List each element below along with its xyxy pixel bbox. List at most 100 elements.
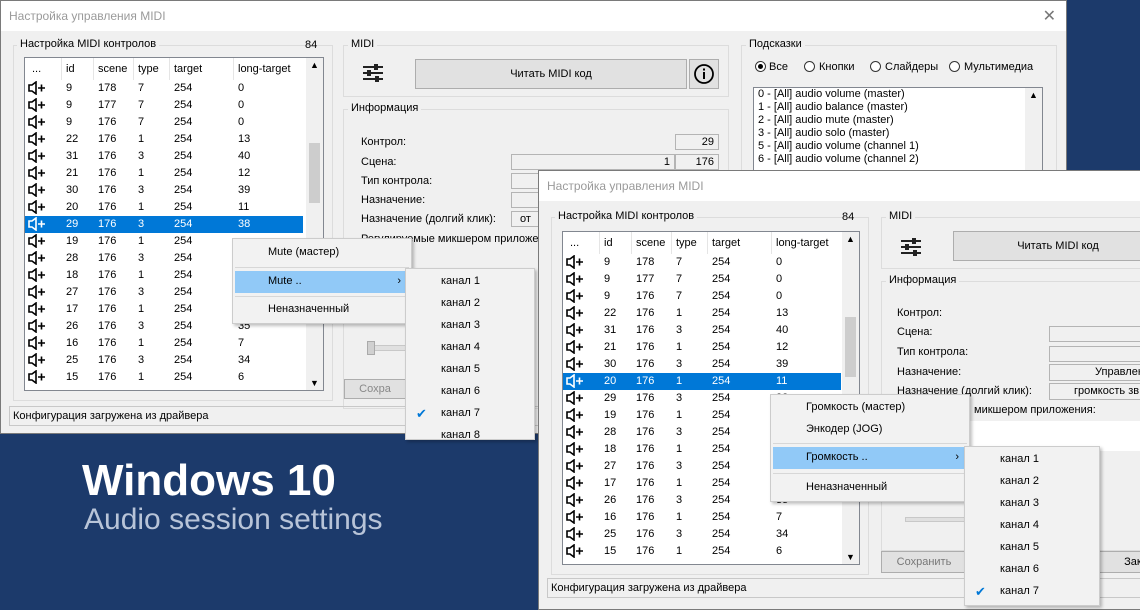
table-row[interactable]: 16 176 1 254 7: [563, 509, 841, 526]
chevron-up-icon[interactable]: ▲: [310, 60, 319, 70]
submenu-item-channel[interactable]: канал 1: [408, 271, 532, 293]
speaker-plus-icon: [566, 425, 583, 439]
column-header[interactable]: target: [712, 237, 740, 249]
menu-item-volume-sub[interactable]: Громкость .. ›: [773, 447, 967, 469]
column-header[interactable]: long-target: [776, 237, 829, 249]
submenu-item-channel[interactable]: канал 2: [408, 293, 532, 315]
list-scrollbar[interactable]: ▲ ▼: [306, 58, 323, 390]
submenu-item-channel[interactable]: канал 4: [408, 337, 532, 359]
table-row[interactable]: 25 176 3 254 34: [563, 526, 841, 543]
table-row[interactable]: 21 176 1 254 12: [25, 165, 303, 182]
slider-track[interactable]: [371, 345, 409, 351]
column-header[interactable]: type: [138, 63, 159, 75]
speaker-plus-icon: [28, 353, 45, 367]
table-row[interactable]: 20 176 1 254 11: [563, 373, 841, 390]
menu-item-unassigned-2[interactable]: Неназначенный: [773, 477, 967, 499]
chevron-up-icon[interactable]: ▲: [846, 234, 855, 244]
long-target-value-2[interactable]: громкость зв: [1049, 383, 1140, 400]
table-row[interactable]: 9 176 7 254 0: [25, 114, 303, 131]
column-header[interactable]: scene: [98, 63, 127, 75]
table-cell: 25: [604, 528, 617, 540]
column-header[interactable]: type: [676, 237, 697, 249]
menu-item-volume-master[interactable]: Громкость (мастер): [773, 397, 967, 419]
submenu-item-channel[interactable]: канал 2: [967, 471, 1097, 493]
table-cell: 22: [66, 133, 79, 145]
table-row[interactable]: 21 176 1 254 12: [563, 339, 841, 356]
table-row[interactable]: 22 176 1 254 13: [563, 305, 841, 322]
submenu-item-channel[interactable]: канал 6: [967, 559, 1097, 581]
long-target-value[interactable]: от: [511, 211, 541, 227]
table-row[interactable]: 30 176 3 254 39: [25, 182, 303, 199]
table-row[interactable]: 20 176 1 254 11: [25, 199, 303, 216]
table-row[interactable]: 16 176 1 254 7: [25, 335, 303, 352]
column-header[interactable]: scene: [636, 237, 665, 249]
table-cell: 176: [636, 375, 655, 387]
table-row[interactable]: 29 176 3 254 38: [25, 216, 303, 233]
table-row[interactable]: 15 176 1 254 6: [25, 369, 303, 386]
target-value-2[interactable]: Управлен: [1049, 364, 1140, 381]
hints-scrollbar[interactable]: ▲: [1025, 88, 1042, 172]
table-row[interactable]: 22 176 1 254 13: [25, 131, 303, 148]
info-button[interactable]: [689, 59, 719, 89]
table-row[interactable]: 9 178 7 254 0: [563, 254, 841, 271]
submenu-item-channel[interactable]: канал 5: [408, 359, 532, 381]
table-cell: 0: [776, 273, 783, 285]
save-button[interactable]: Сохра: [344, 379, 406, 399]
controls-list[interactable]: ... id scene type target long-target 9 178 7 254 0…: [24, 57, 324, 391]
mixer-label-2: микшером приложения:: [974, 404, 1096, 416]
menu-item-unassigned[interactable]: Неназначенный: [235, 299, 409, 321]
submenu-item-channel[interactable]: канал 1: [967, 449, 1097, 471]
menu-item-mute-master[interactable]: Mute (мастер): [235, 242, 409, 264]
menu-item-mute-sub[interactable]: Mute .. ›: [235, 271, 409, 293]
radio-all[interactable]: [755, 61, 766, 72]
close-button-2[interactable]: Закр: [1099, 551, 1140, 573]
table-cell: 176: [98, 235, 117, 247]
scrollbar-thumb[interactable]: [845, 317, 856, 377]
table-row[interactable]: 31 176 3 254 40: [25, 148, 303, 165]
chevron-up-icon[interactable]: ▲: [1029, 90, 1038, 100]
submenu-item-channel[interactable]: канал 8: [408, 425, 532, 447]
settings-sliders-icon[interactable]: [359, 59, 387, 87]
submenu-item-channel[interactable]: канал 5: [967, 537, 1097, 559]
table-row[interactable]: 31 176 3 254 40: [563, 322, 841, 339]
column-header[interactable]: target: [174, 63, 202, 75]
close-icon[interactable]: ✕: [1043, 6, 1056, 26]
hints-list[interactable]: 0 - [All] audio volume (master) 1 - [All]…: [753, 87, 1043, 173]
table-cell: 6: [238, 371, 245, 383]
table-row[interactable]: 9 177 7 254 0: [563, 271, 841, 288]
column-header[interactable]: ...: [32, 63, 41, 75]
menu-item-encoder[interactable]: Энкодер (JOG): [773, 419, 967, 441]
settings-sliders-icon[interactable]: [897, 233, 925, 261]
type-label-2: Тип контрола:: [897, 346, 969, 358]
table-row[interactable]: 9 176 7 254 0: [563, 288, 841, 305]
submenu-item-channel[interactable]: канал 4: [967, 515, 1097, 537]
submenu-item-channel[interactable]: канал 3: [967, 493, 1097, 515]
radio-multimedia[interactable]: [949, 61, 960, 72]
scrollbar-thumb[interactable]: [309, 143, 320, 203]
slider-track-2[interactable]: [905, 517, 967, 522]
column-header[interactable]: long-target: [238, 63, 291, 75]
submenu-item-channel[interactable]: канал 3: [408, 315, 532, 337]
table-row[interactable]: 15 176 1 254 6: [563, 543, 841, 560]
table-row[interactable]: 30 176 3 254 39: [563, 356, 841, 373]
table-row[interactable]: 9 177 7 254 0: [25, 97, 303, 114]
table-cell: 3: [676, 358, 683, 370]
save-button-2[interactable]: Сохранить: [881, 551, 967, 573]
submenu-item-channel[interactable]: ✔ канал 7: [408, 403, 532, 425]
table-row[interactable]: 25 176 3 254 34: [25, 352, 303, 369]
table-cell: 9: [66, 116, 73, 128]
column-header[interactable]: id: [66, 63, 75, 75]
read-midi-button-2[interactable]: Читать MIDI код: [953, 231, 1140, 261]
table-cell: 34: [238, 354, 251, 366]
table-cell: 176: [98, 354, 117, 366]
radio-buttons[interactable]: [804, 61, 815, 72]
read-midi-button[interactable]: Читать MIDI код: [415, 59, 687, 89]
chevron-down-icon[interactable]: ▼: [310, 378, 319, 388]
chevron-down-icon[interactable]: ▼: [846, 552, 855, 562]
slider-thumb[interactable]: [367, 341, 375, 355]
column-header[interactable]: id: [604, 237, 613, 249]
column-header[interactable]: ...: [570, 237, 579, 249]
submenu-item-channel[interactable]: канал 6: [408, 381, 532, 403]
table-row[interactable]: 9 178 7 254 0: [25, 80, 303, 97]
radio-sliders[interactable]: [870, 61, 881, 72]
